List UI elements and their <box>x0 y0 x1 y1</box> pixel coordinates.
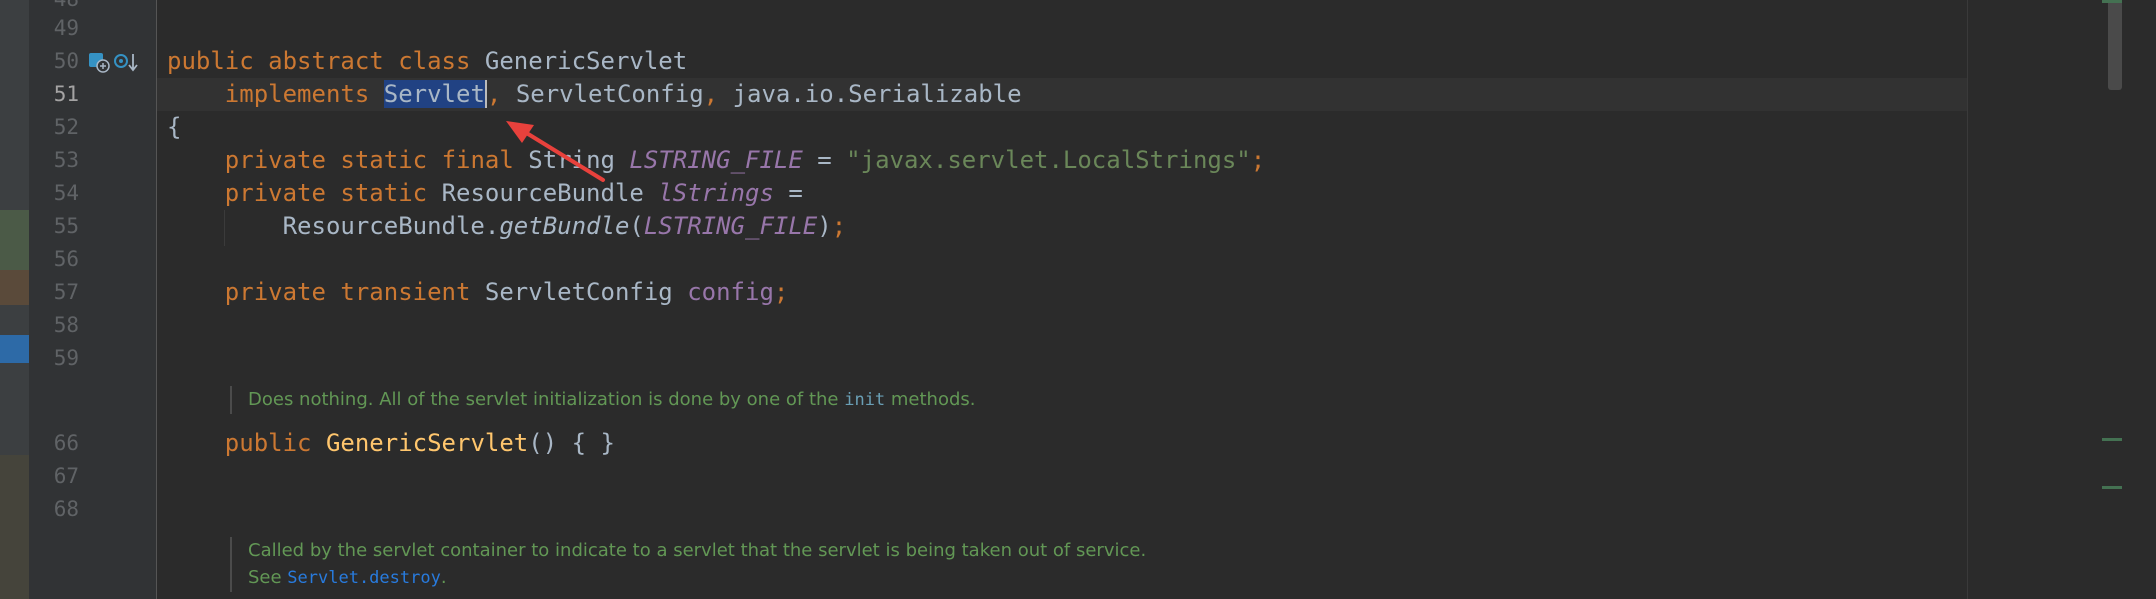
editor-gutter[interactable]: 48 49 50 51 52 53 54 55 56 57 58 59 66 6… <box>29 0 157 599</box>
selected-interface[interactable]: Servlet <box>383 80 485 108</box>
implementing-class-icon[interactable] <box>88 52 112 74</box>
line-number: 58 <box>53 313 79 337</box>
semicolon: ; <box>1250 146 1266 174</box>
semicolon: ; <box>831 212 847 240</box>
interface-name[interactable]: ServletConfig <box>516 80 704 108</box>
doc-text: Does nothing. All of the servlet initial… <box>248 389 845 410</box>
keyword: implements <box>224 80 370 108</box>
change-marker[interactable] <box>2102 0 2122 3</box>
line-number: 56 <box>53 247 79 271</box>
field-name[interactable]: config <box>687 278 774 306</box>
right-margin-guide <box>1967 0 1968 599</box>
keyword: public <box>224 429 312 457</box>
keyword: public <box>167 47 254 75</box>
strip-highlight <box>0 270 29 305</box>
keyword: static <box>340 179 428 207</box>
semicolon: ; <box>773 278 789 306</box>
keyword: transient <box>340 278 471 306</box>
line-number: 57 <box>53 280 79 304</box>
type-name[interactable]: ServletConfig <box>485 278 673 306</box>
code-line-57: private transient ServletConfig config; <box>167 276 789 309</box>
annotation-arrow <box>506 121 605 182</box>
line-number: 59 <box>53 346 79 370</box>
line-number-current: 51 <box>53 82 79 106</box>
code-line-51: implements Servlet, ServletConfig, java.… <box>167 78 1022 111</box>
paren: ( <box>629 212 644 240</box>
doc-see-line: See Servlet.destroy. <box>248 564 1146 592</box>
line-number: 53 <box>53 148 79 172</box>
keyword: private <box>224 278 326 306</box>
change-marker[interactable] <box>2102 438 2122 441</box>
implemented-method-down-icon[interactable] <box>113 52 139 74</box>
doc-text: See <box>248 567 288 588</box>
constant-name[interactable]: LSTRING_FILE <box>644 212 817 240</box>
doc-text: methods. <box>885 389 976 410</box>
operator: = <box>788 179 803 207</box>
operator: = <box>817 146 832 174</box>
line-number: 50 <box>53 49 79 73</box>
keyword: abstract <box>268 47 384 75</box>
method-body: () { } <box>528 429 615 457</box>
paren: ) <box>817 212 832 240</box>
doc-code: init <box>844 390 886 410</box>
constant-name[interactable]: LSTRING_FILE <box>629 146 802 174</box>
comma: , <box>486 80 502 108</box>
code-line-66: public GenericServlet() { } <box>167 427 615 460</box>
keyword: static <box>340 146 428 174</box>
strip-highlight <box>0 210 29 270</box>
keyword: class <box>398 47 471 75</box>
doc-text: . <box>440 567 447 588</box>
editor-scrollbar[interactable] <box>2100 0 2156 599</box>
strip-highlight <box>0 455 29 599</box>
comma: , <box>703 80 719 108</box>
rendered-javadoc[interactable]: Called by the servlet container to indic… <box>230 537 1146 592</box>
code-line-54: private static ResourceBundle lStrings = <box>167 177 803 210</box>
line-number: 49 <box>53 16 79 40</box>
line-number: 68 <box>53 497 79 521</box>
code-line-52: { <box>167 111 181 144</box>
code-line-53: private static final String LSTRING_FILE… <box>167 144 1265 177</box>
method-call[interactable]: getBundle <box>499 212 629 240</box>
string-literal: "javax.servlet.LocalStrings" <box>846 146 1251 174</box>
keyword: private <box>224 146 326 174</box>
scroll-thumb[interactable] <box>2108 0 2122 90</box>
line-number: 66 <box>53 431 79 455</box>
code-line-55: ResourceBundle.getBundle(LSTRING_FILE); <box>167 210 847 243</box>
interface-name[interactable]: java.io.Serializable <box>733 80 1022 108</box>
rendered-javadoc[interactable]: Does nothing. All of the servlet initial… <box>230 386 976 414</box>
tool-window-strip <box>0 0 29 599</box>
line-number: 52 <box>53 115 79 139</box>
doc-link[interactable]: Servlet.destroy <box>287 568 441 588</box>
keyword: private <box>224 179 326 207</box>
change-marker[interactable] <box>2102 486 2122 489</box>
strip-highlight-selected <box>0 335 29 363</box>
line-number: 54 <box>53 181 79 205</box>
line-number: 67 <box>53 464 79 488</box>
method-declaration[interactable]: GenericServlet <box>326 429 528 457</box>
doc-text: Called by the servlet container to indic… <box>248 540 1147 561</box>
class-name[interactable]: GenericServlet <box>485 47 687 75</box>
class-reference[interactable]: ResourceBundle. <box>283 212 500 240</box>
line-number: 55 <box>53 214 79 238</box>
open-brace: { <box>167 113 182 141</box>
field-name[interactable]: lStrings <box>658 179 774 207</box>
code-line-50: public abstract class GenericServlet <box>167 45 687 78</box>
